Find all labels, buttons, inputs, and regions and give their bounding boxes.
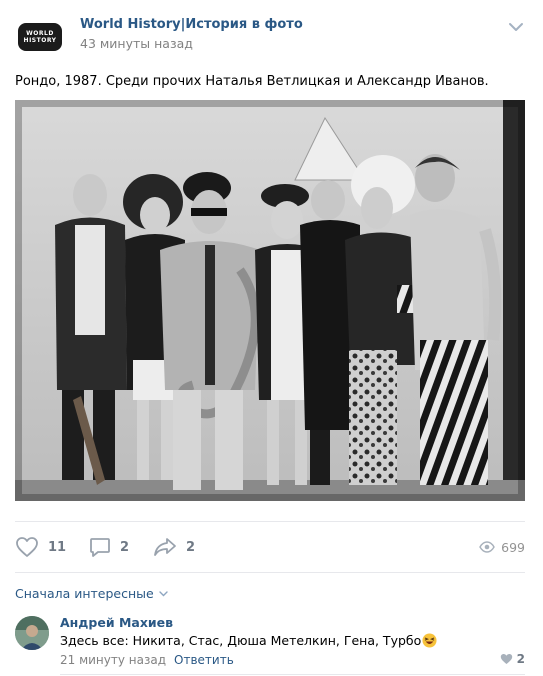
comment-like-button[interactable]: 2 bbox=[500, 652, 525, 666]
heart-icon bbox=[16, 537, 38, 557]
share-button[interactable]: 2 bbox=[153, 534, 195, 560]
share-count: 2 bbox=[186, 539, 196, 555]
post-actions: 11 2 2 699 bbox=[15, 532, 525, 562]
post-time[interactable]: 43 минуты назад bbox=[80, 36, 193, 51]
comment-meta: 21 минуту назад Ответить bbox=[60, 653, 234, 667]
share-icon bbox=[154, 538, 176, 556]
divider-comment bbox=[60, 674, 525, 675]
chevron-down-icon[interactable] bbox=[508, 22, 524, 32]
avatar-photo bbox=[15, 616, 49, 650]
divider-top bbox=[15, 521, 525, 522]
group-name-link[interactable]: World History|История в фото bbox=[80, 17, 303, 32]
post-photo[interactable] bbox=[15, 100, 525, 501]
comment-author-link[interactable]: Андрей Махиев bbox=[60, 615, 173, 630]
group-logo: WORLD HISTORY bbox=[18, 23, 62, 51]
comments-sort-dropdown[interactable]: Сначала интересные bbox=[15, 586, 168, 601]
divider-bottom bbox=[15, 572, 525, 573]
logo-text-line-1: WORLD bbox=[26, 30, 54, 37]
views-counter: 699 bbox=[479, 534, 525, 560]
comment-item: Андрей Махиев Здесь все: Никита, Стас, Д… bbox=[15, 612, 525, 672]
heart-icon bbox=[500, 654, 512, 664]
comment-text-row: Здесь все: Никита, Стас, Дюша Метелкин, … bbox=[60, 633, 437, 648]
comment-text: Здесь все: Никита, Стас, Дюша Метелкин, … bbox=[60, 633, 422, 648]
laughing-face-emoji-icon bbox=[422, 633, 437, 648]
like-count: 11 bbox=[48, 539, 67, 555]
comment-icon bbox=[90, 538, 110, 557]
like-button[interactable]: 11 bbox=[15, 534, 66, 560]
comment-button[interactable]: 2 bbox=[89, 534, 129, 560]
post-header: WORLD HISTORY World History|История в фо… bbox=[0, 0, 543, 62]
views-count: 699 bbox=[501, 539, 525, 555]
eye-icon bbox=[479, 541, 495, 553]
comment-count: 2 bbox=[120, 539, 130, 555]
reply-link[interactable]: Ответить bbox=[174, 653, 234, 667]
comment-like-count: 2 bbox=[516, 652, 525, 666]
sort-label: Сначала интересные bbox=[15, 586, 154, 601]
chevron-down-icon bbox=[159, 590, 168, 596]
group-photo-illustration bbox=[15, 100, 525, 501]
logo-text-line-2: HISTORY bbox=[23, 37, 57, 44]
commenter-avatar[interactable] bbox=[15, 616, 49, 650]
group-avatar[interactable]: WORLD HISTORY bbox=[15, 16, 65, 58]
post-text: Рондо, 1987. Среди прочих Наталья Ветлиц… bbox=[15, 74, 489, 89]
comment-time[interactable]: 21 минуту назад bbox=[60, 653, 166, 667]
